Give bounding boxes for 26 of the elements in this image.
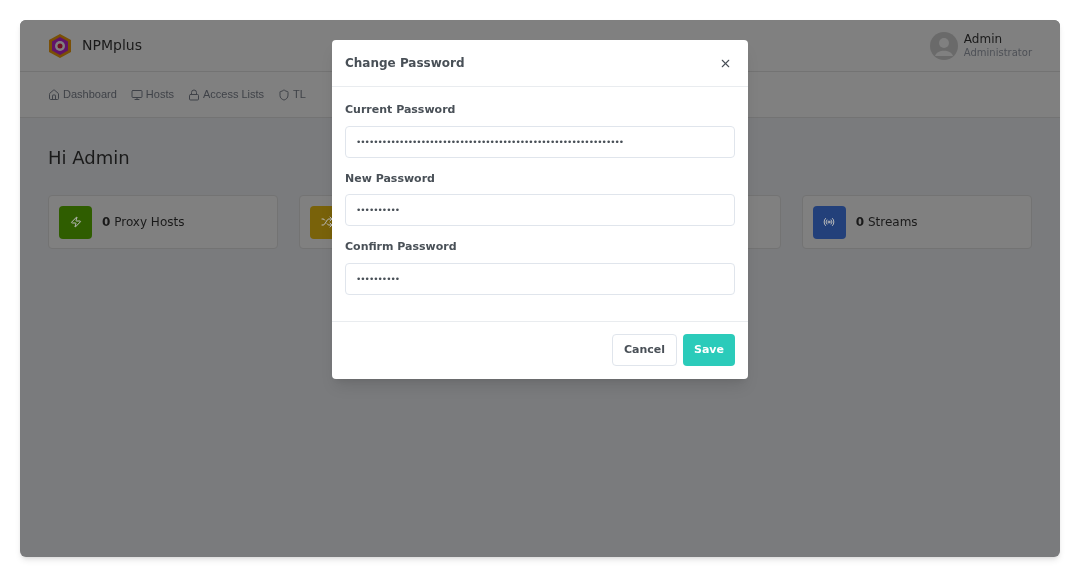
lightning-icon — [69, 216, 82, 228]
lock-icon — [187, 88, 200, 101]
shield-icon — [278, 88, 291, 101]
stat-text: 0 Streams — [855, 214, 918, 231]
nav-link[interactable]: TL — [278, 86, 306, 103]
field-label: Current Password — [345, 102, 457, 118]
shuffle-icon — [320, 216, 333, 228]
field-label: Confirm Password — [345, 239, 458, 255]
stat-text: 0 Proxy Hosts — [102, 214, 185, 231]
password-field[interactable]: •••••••••• — [345, 262, 735, 295]
brand-name: NPMplus — [82, 36, 142, 55]
password-field[interactable]: •••••••••••••••••••••••••••••••••••••••••••••••••••••••••••••• — [345, 125, 735, 158]
nav-link[interactable]: Dashboard — [48, 86, 117, 103]
greeting-heading: Hi Admin — [48, 146, 131, 170]
field-label: New Password — [345, 170, 436, 187]
home-icon — [48, 88, 60, 101]
logo-icon — [48, 32, 72, 59]
broadcast-icon — [823, 216, 836, 228]
password-field[interactable]: •••••••••• — [345, 194, 735, 226]
cancel-button[interactable]: Cancel — [611, 334, 677, 366]
user-name: Admin — [963, 31, 1004, 47]
save-button[interactable]: Save — [683, 334, 735, 366]
nav-link[interactable]: Access Lists — [187, 86, 265, 103]
nav-link[interactable]: Hosts — [130, 86, 174, 103]
monitor-icon — [130, 88, 143, 101]
dialog-title: Change Password — [345, 55, 465, 72]
